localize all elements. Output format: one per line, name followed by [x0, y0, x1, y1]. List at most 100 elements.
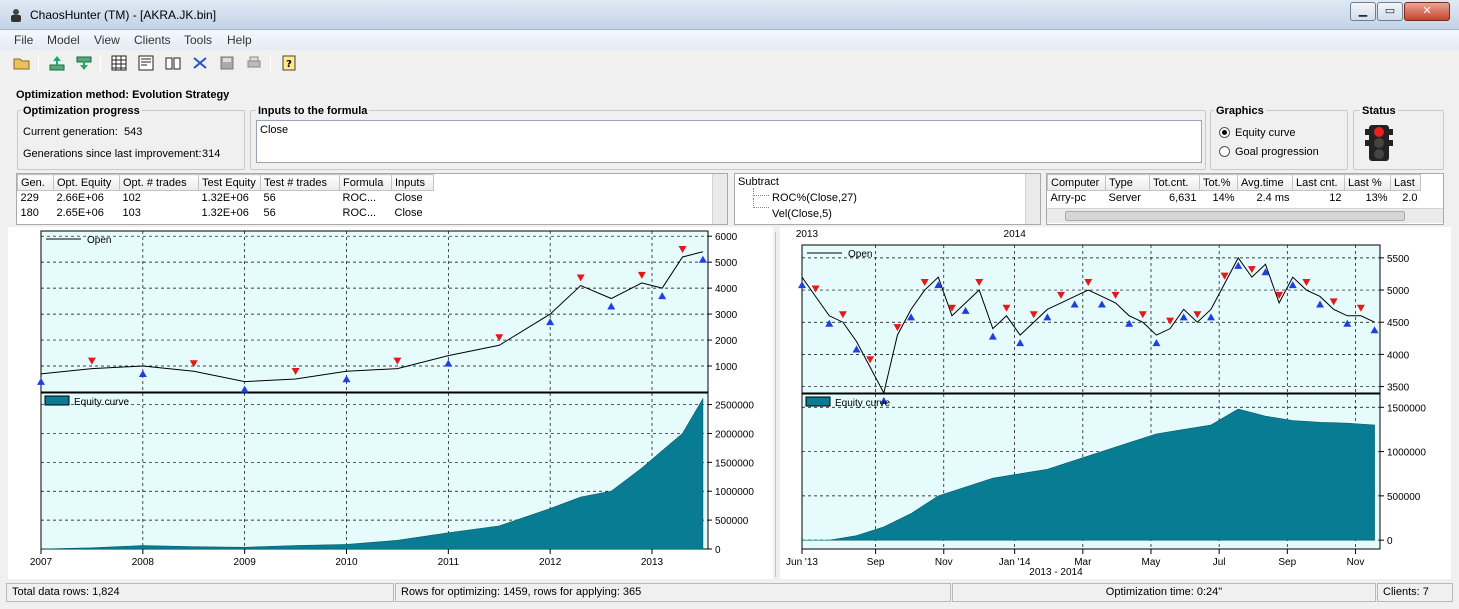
- legend-open: Open: [87, 235, 111, 246]
- clients-table-header-6[interactable]: Last %: [1344, 174, 1391, 191]
- menu-view[interactable]: View: [94, 33, 120, 47]
- equity-tick-label: 500000: [715, 516, 749, 527]
- legend-box-equity: [805, 396, 831, 407]
- gen-table-cell-4: 56: [263, 192, 276, 205]
- chart-divider[interactable]: [775, 232, 776, 577]
- gen-table-cell-0: 180: [20, 207, 39, 219]
- toolbar-separator: [100, 55, 101, 73]
- gen-table-header-4[interactable]: Test # trades: [260, 174, 340, 191]
- status-optimization-time: Optimization time: 0:24": [952, 583, 1376, 602]
- x-tick-label: Nov: [935, 557, 953, 568]
- x-tick-label: 2012: [539, 557, 562, 568]
- status-total-rows: Total data rows: 1,824: [6, 583, 394, 602]
- tree-line: [753, 188, 769, 196]
- x-tick-label: Jun '13: [786, 557, 818, 568]
- legend-box-equity: [44, 395, 70, 406]
- progress-group: [17, 110, 245, 170]
- gen-table-header-1[interactable]: Opt. Equity: [53, 174, 120, 191]
- clients-table-header-7[interactable]: Last: [1390, 174, 1421, 191]
- menu-tools[interactable]: Tools: [184, 33, 212, 47]
- clients-table-header-1[interactable]: Type: [1105, 174, 1150, 191]
- gen-table-header-5[interactable]: Formula: [339, 174, 392, 191]
- menu-file[interactable]: File: [14, 33, 33, 47]
- x-tick-label: May: [1142, 557, 1161, 568]
- formula-child-roc[interactable]: ROC%(Close,27): [772, 192, 857, 204]
- upload-icon[interactable]: [46, 52, 68, 74]
- generation-table-scrollbar[interactable]: [712, 174, 727, 224]
- x-tick-label: Jul: [1213, 557, 1226, 568]
- inputs-value: Close: [260, 124, 289, 136]
- gen-table-header-2[interactable]: Opt. # trades: [119, 174, 199, 191]
- current-generation-label: Current generation:: [23, 126, 118, 138]
- generation-table[interactable]: Gen. Opt. Equity Opt. # trades Test Equity T…: [16, 173, 728, 225]
- right-chart[interactable]: 2013 2014 5500 5000 4500 4000 3500 1500000 10000…: [780, 227, 1451, 579]
- left-chart[interactable]: 6000 5000 4000 3000 2000 1000 2500000 2000000 15…: [8, 227, 773, 579]
- gen-table-cell-5: ROC...: [342, 207, 377, 219]
- clients-table-header-0[interactable]: Computer: [1047, 174, 1106, 191]
- equity-curve-radio[interactable]: [1219, 127, 1230, 138]
- equity-tick-label: 1000000: [1387, 448, 1426, 459]
- gen-table-header-0[interactable]: Gen.: [17, 174, 54, 191]
- book-icon[interactable]: [162, 52, 184, 74]
- save-icon[interactable]: [216, 52, 238, 74]
- graphics-group: [1210, 110, 1348, 170]
- network-icon[interactable]: [189, 52, 211, 74]
- help-icon[interactable]: ?: [278, 52, 300, 74]
- gen-table-cell-1: 2.65E+06: [56, 207, 104, 219]
- maximize-button[interactable]: ▭: [1377, 2, 1403, 21]
- equity-tick-label: 2500000: [715, 401, 754, 412]
- clients-table-header-3[interactable]: Tot.%: [1199, 174, 1238, 191]
- price-tick-label: 4500: [1387, 318, 1410, 329]
- status-title: Status: [1360, 105, 1398, 117]
- title-bar: [0, 0, 1459, 30]
- since-improvement-label: Generations since last improvement:: [23, 148, 202, 160]
- svg-text:?: ?: [286, 59, 292, 70]
- gen-table-header-3[interactable]: Test Equity: [198, 174, 261, 191]
- equity-tick-label: 0: [715, 545, 721, 556]
- open-folder-icon[interactable]: [11, 52, 33, 74]
- formula-root[interactable]: Subtract: [738, 176, 779, 188]
- equity-tick-label: 0: [1387, 536, 1393, 547]
- clients-table-hscroll[interactable]: [1047, 208, 1443, 223]
- table-icon[interactable]: [108, 52, 130, 74]
- gen-table-header-6[interactable]: Inputs: [391, 174, 434, 191]
- legend-open: Open: [848, 249, 872, 260]
- inputs-textbox[interactable]: Close: [256, 120, 1202, 163]
- formula-child-vel[interactable]: Vel(Close,5): [772, 208, 832, 220]
- clients-table-cell-0: Arry-pc: [1050, 192, 1086, 205]
- equity-tick-label: 1500000: [1387, 403, 1426, 414]
- equity-curve-label: Equity curve: [1235, 127, 1296, 139]
- menu-help[interactable]: Help: [227, 33, 252, 47]
- clients-table-cell-6: 13%: [1365, 192, 1388, 205]
- clients-table-header-4[interactable]: Avg.time: [1237, 174, 1293, 191]
- menu-model[interactable]: Model: [47, 33, 80, 47]
- goal-progression-radio[interactable]: [1219, 146, 1230, 157]
- x-tick-label: Nov: [1347, 557, 1365, 568]
- print-icon[interactable]: [243, 52, 265, 74]
- equity-tick-label: 2000000: [715, 429, 754, 440]
- minimize-button[interactable]: ▁: [1350, 2, 1376, 21]
- traffic-light-icon: [1365, 125, 1393, 161]
- clients-table-cell-7: 2.0: [1402, 192, 1418, 205]
- inputs-title: Inputs to the formula: [256, 105, 370, 117]
- clients-table-header-2[interactable]: Tot.cnt.: [1149, 174, 1200, 191]
- download-icon[interactable]: [73, 52, 95, 74]
- x-tick-label: 2011: [438, 557, 460, 568]
- gen-table-cell-2: 103: [122, 207, 141, 219]
- x-tick-label: Jan '14: [999, 557, 1031, 568]
- formula-tree[interactable]: Subtract ROC%(Close,27) Vel(Close,5): [734, 173, 1041, 225]
- close-button[interactable]: ✕: [1404, 2, 1450, 21]
- grid-icon[interactable]: [135, 52, 157, 74]
- clients-table-cell-3: 14%: [1212, 192, 1235, 205]
- price-tick-label: 5500: [1387, 254, 1410, 265]
- price-tick-label: 3000: [715, 310, 738, 321]
- legend-equity: Equity curve: [835, 398, 890, 409]
- x-tick-label: 2007: [30, 557, 53, 568]
- menu-clients[interactable]: Clients: [134, 33, 171, 47]
- clients-table-cell-2: 6,631: [1168, 192, 1197, 205]
- formula-tree-scrollbar[interactable]: [1025, 174, 1040, 224]
- tree-line: [753, 198, 769, 208]
- gen-table-cell-3: 1.32E+06: [201, 192, 249, 205]
- clients-table-header-5[interactable]: Last cnt.: [1292, 174, 1345, 191]
- clients-table-cell-5: 12: [1329, 192, 1342, 205]
